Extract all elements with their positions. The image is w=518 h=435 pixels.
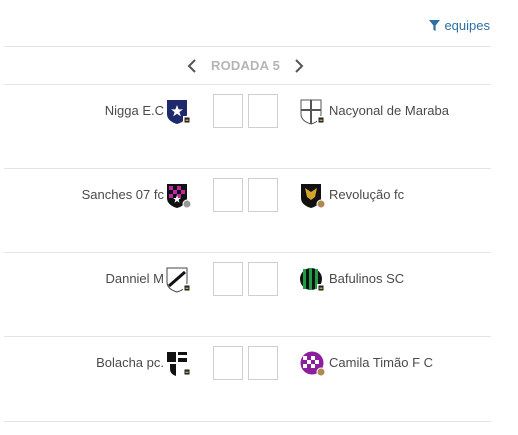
divider xyxy=(4,421,491,422)
away-score-input[interactable] xyxy=(248,262,278,296)
home-team-crest xyxy=(166,267,192,293)
away-team-crest xyxy=(300,267,326,293)
filter-icon xyxy=(429,20,441,31)
home-team-crest xyxy=(166,351,192,377)
away-team-name: Camila Timão F C xyxy=(329,355,434,370)
match-row: Sanches 07 fc Revolução fc xyxy=(0,169,491,253)
away-team-crest xyxy=(300,351,326,377)
away-team-name: Revolução fc xyxy=(329,187,405,202)
chevron-left-icon xyxy=(187,58,196,73)
home-team-crest xyxy=(166,99,192,125)
home-team-name: Danniel M xyxy=(105,271,164,286)
home-team-crest xyxy=(166,183,192,209)
home-score-input[interactable] xyxy=(213,346,243,380)
match-row: Danniel M Bafulinos SC xyxy=(0,253,491,337)
away-team-crest xyxy=(300,183,326,209)
round-label: RODADA 5 xyxy=(210,58,280,73)
away-team-name: Nacyonal de Maraba xyxy=(329,103,449,118)
home-score-input[interactable] xyxy=(213,94,243,128)
prev-round-button[interactable] xyxy=(185,58,199,74)
home-team-name: Sanches 07 fc xyxy=(81,187,164,202)
match-row: Bolacha pc. Camila Timão F C xyxy=(0,337,491,421)
away-team-name: Bafulinos SC xyxy=(329,271,405,286)
home-score-input[interactable] xyxy=(213,178,243,212)
home-team-name: Bolacha pc. xyxy=(96,355,164,370)
home-score-input[interactable] xyxy=(213,262,243,296)
next-round-button[interactable] xyxy=(292,58,306,74)
team-filter-link[interactable]: equipes xyxy=(429,18,490,33)
away-team-crest xyxy=(300,99,326,125)
team-filter-label: equipes xyxy=(444,18,490,33)
away-score-input[interactable] xyxy=(248,346,278,380)
home-team-name: Nigga E.C xyxy=(104,103,164,118)
away-score-input[interactable] xyxy=(248,178,278,212)
round-navigator: RODADA 5 xyxy=(0,47,491,84)
header-bar: equipes xyxy=(0,0,518,46)
away-score-input[interactable] xyxy=(248,94,278,128)
chevron-right-icon xyxy=(295,58,304,73)
match-row: Nigga E.C Nacyonal de Maraba xyxy=(0,85,491,169)
